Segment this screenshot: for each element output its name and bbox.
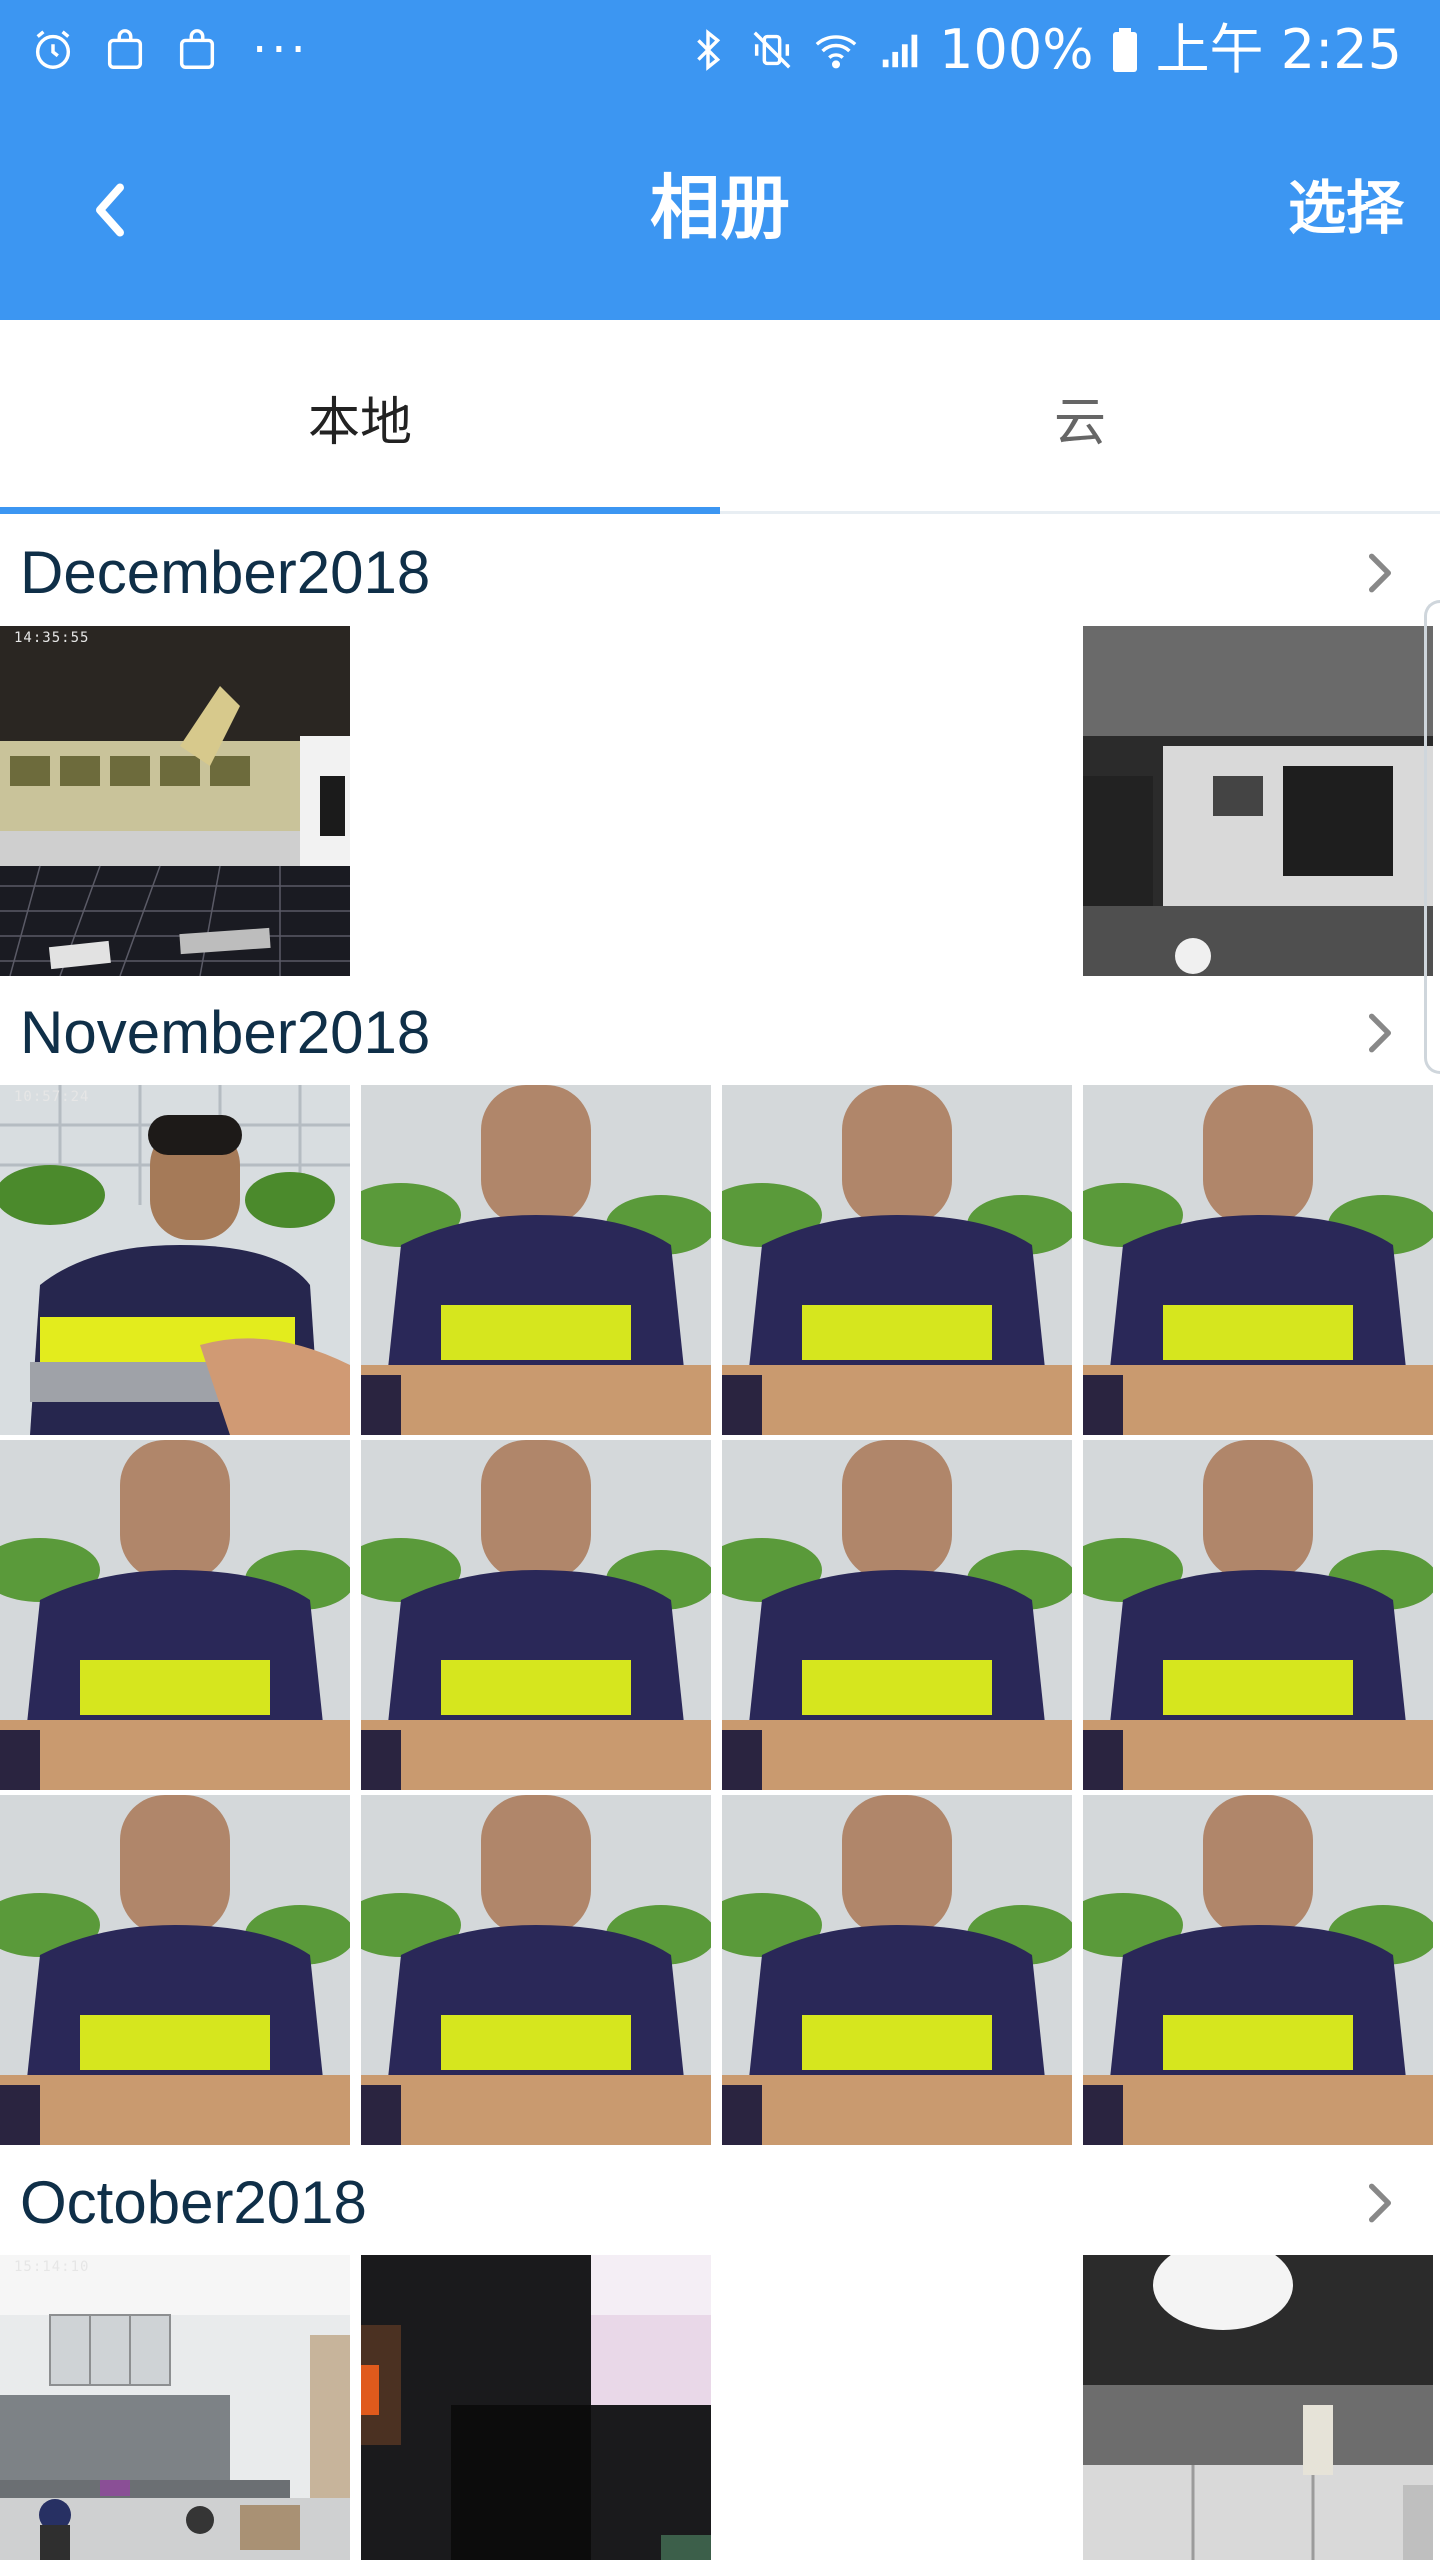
tab-local[interactable]: 本地 [0,320,720,514]
photo-thumbnail-person-blurred[interactable] [1083,1795,1433,2145]
photo-thumbnail-person-blurred[interactable] [361,1085,711,1435]
more-dots-icon: ··· [252,22,310,78]
photo-thumbnail-person-blurred[interactable] [722,1795,1072,2145]
gray-room-photo [1083,2255,1433,2560]
blurred-person-photo [0,1795,350,2145]
photo-thumbnail-person-blurred[interactable] [722,1085,1072,1435]
blurred-person-photo [1083,1440,1433,1790]
photo-thumbnail-person-blurred[interactable] [1083,1085,1433,1435]
lab-room-photo [0,2255,350,2560]
photo-thumbnail-person-blurred[interactable] [361,1440,711,1790]
blurred-person-photo [0,1440,350,1790]
status-time: 上午 2:25 [1155,18,1402,81]
status-bar: ··· 100% 上午 2:25 [0,0,1440,100]
section-header-october[interactable]: October2018 [0,2146,1440,2258]
photo-timestamp: 14:35:55 [14,630,90,646]
photo-thumbnail-lab[interactable]: 15:14:10 [0,2255,350,2560]
app-header: ··· 100% 上午 2:25 相册 选择 [0,0,1440,320]
bag-notification-icon [172,22,222,78]
night-photo [1083,626,1433,976]
section-title: December2018 [20,539,431,606]
section-header-november[interactable]: November2018 [0,976,1440,1088]
blurred-person-photo [722,1440,1072,1790]
blurred-person-photo [361,1795,711,2145]
photo-thumbnail-office[interactable]: 14:35:55 [0,626,350,976]
dark-closeup-photo [361,2255,711,2560]
chevron-right-icon [1360,2178,1400,2228]
section-title: November2018 [20,999,431,1066]
person-photo [0,1085,350,1435]
status-left-icons: ··· [28,20,310,80]
chevron-right-icon [1360,1008,1400,1058]
status-right-icons: 100% 上午 2:25 [683,16,1402,84]
battery-icon [1108,22,1142,78]
vibrate-off-icon [747,22,797,78]
tab-active-indicator [0,507,720,514]
toolbar: 相册 选择 [0,100,1440,320]
photo-thumbnail-person-blurred[interactable] [361,1795,711,2145]
blurred-person-photo [1083,1795,1433,2145]
photo-thumbnail-person-blurred[interactable] [0,1440,350,1790]
photo-timestamp: 10:57:24 [14,1089,90,1105]
photo-thumbnail-person[interactable]: 10:57:24 [0,1085,350,1435]
page-title: 相册 [650,167,790,249]
section-title: October2018 [20,2169,367,2236]
select-button[interactable]: 选择 [1288,162,1404,254]
photo-thumbnail-dark-closeup[interactable] [361,2255,711,2560]
blurred-person-photo [722,1795,1072,2145]
photo-thumbnail-night[interactable] [1083,626,1433,976]
signal-icon [875,22,925,78]
office-photo [0,626,350,976]
blurred-person-photo [722,1085,1072,1435]
blurred-person-photo [1083,1085,1433,1435]
photo-timestamp: 15:14:10 [14,2259,90,2275]
scrollbar-edge[interactable] [1424,600,1440,1074]
chevron-right-icon [1360,548,1400,598]
bluetooth-icon [683,22,733,78]
blurred-person-photo [361,1440,711,1790]
photo-thumbnail-person-blurred[interactable] [0,1795,350,2145]
album-tabs: 本地 云 [0,320,1440,514]
photo-thumbnail-gray-room[interactable] [1083,2255,1433,2560]
alarm-icon [28,22,78,78]
tab-cloud[interactable]: 云 [720,320,1440,514]
photo-thumbnail-person-blurred[interactable] [722,1440,1072,1790]
blurred-person-photo [361,1085,711,1435]
wifi-icon [811,22,861,78]
photo-thumbnail-person-blurred[interactable] [1083,1440,1433,1790]
section-header-december[interactable]: December2018 [0,516,1440,628]
battery-percent: 100% [939,18,1094,81]
bag-notification-icon [100,22,150,78]
